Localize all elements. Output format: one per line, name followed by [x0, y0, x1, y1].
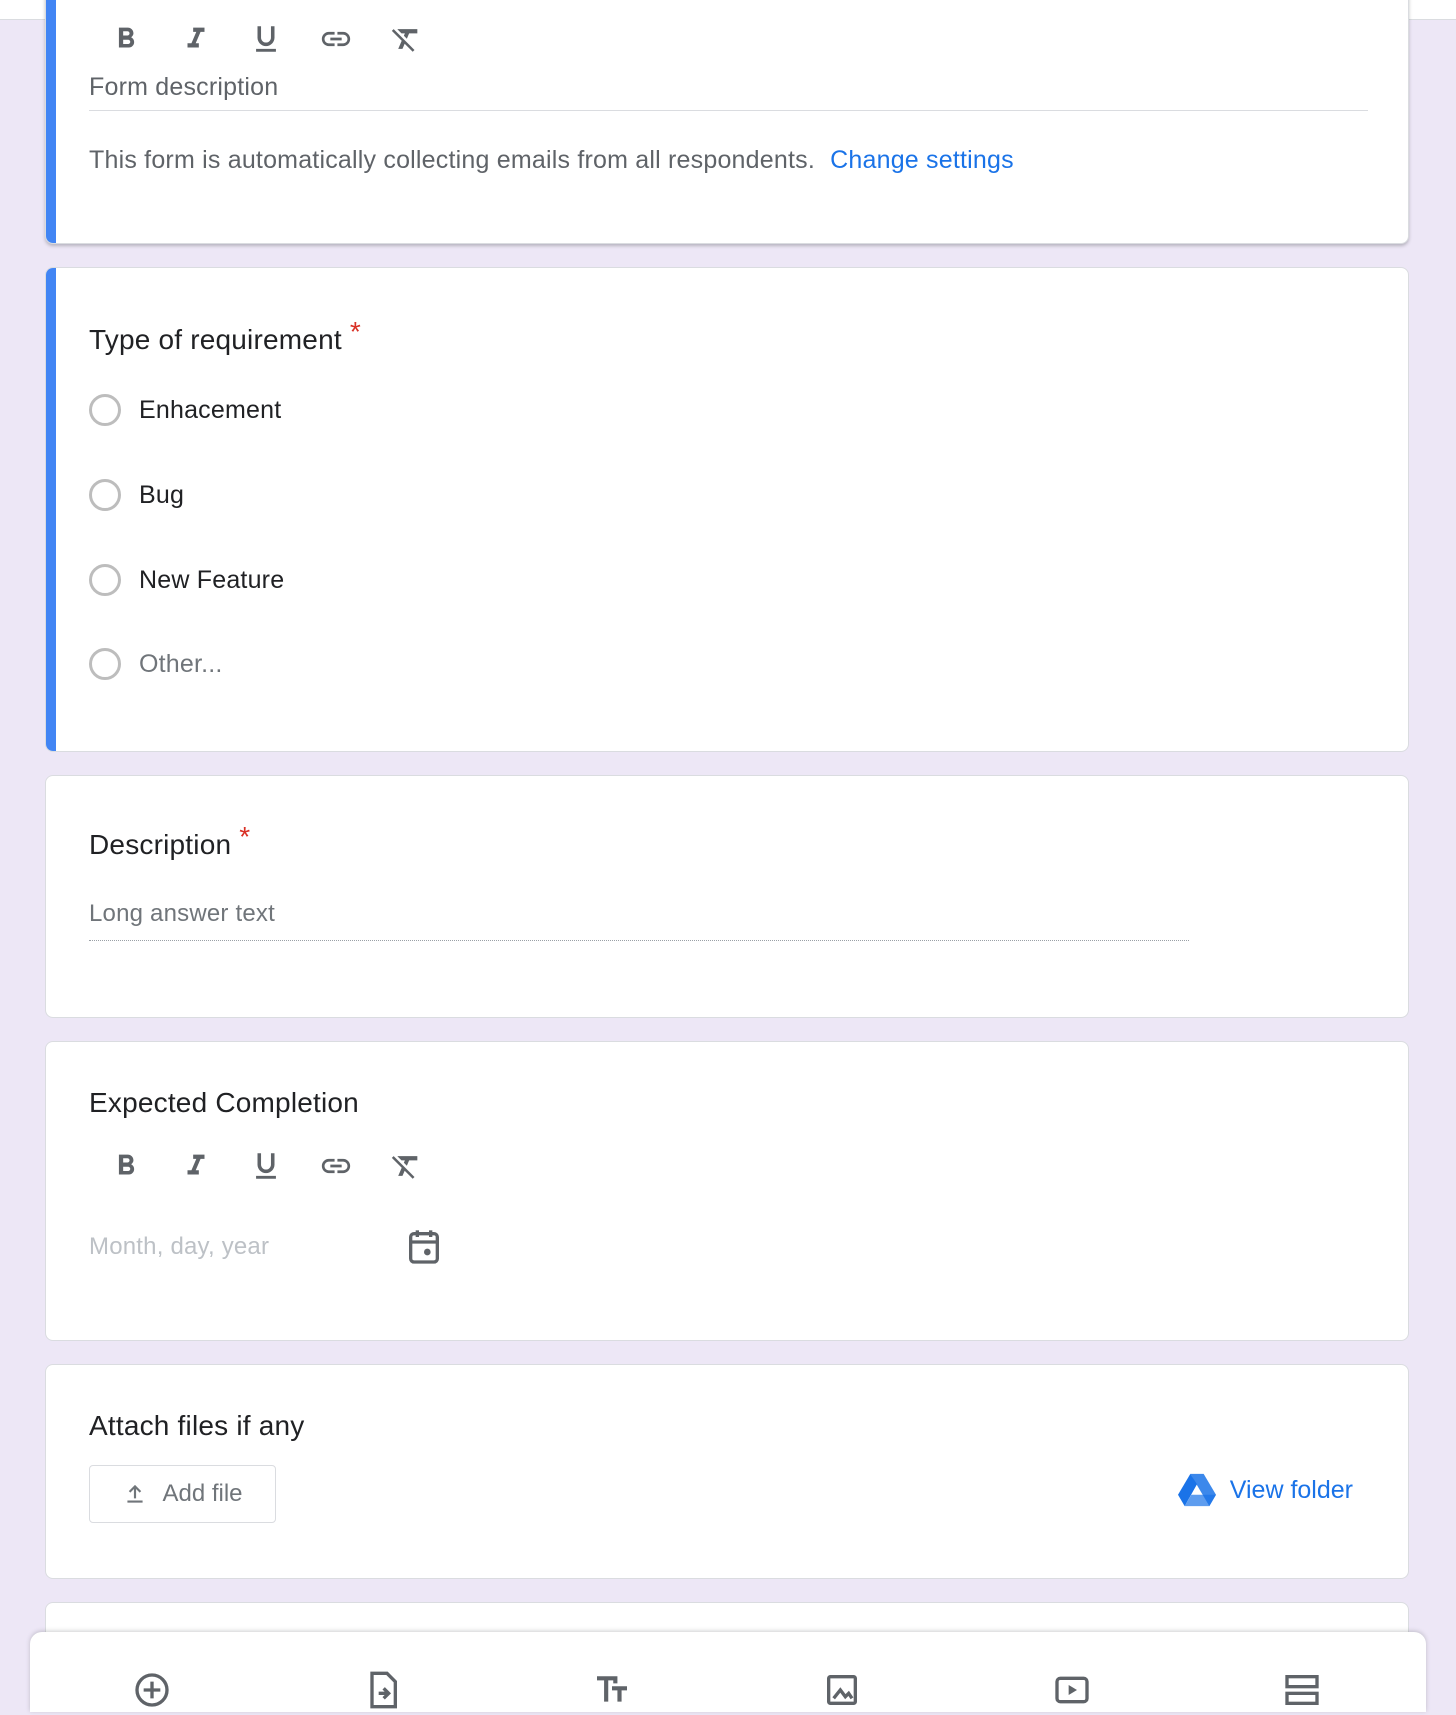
- question-title: Type of requirement *: [89, 316, 361, 356]
- italic-icon[interactable]: [161, 19, 231, 59]
- clear-formatting-icon[interactable]: [371, 19, 441, 59]
- import-questions-icon[interactable]: [362, 1670, 402, 1710]
- question-card-description[interactable]: Description * Long answer text: [45, 775, 1409, 1018]
- form-header-card[interactable]: Form description This form is automatica…: [45, 0, 1409, 244]
- date-field: Month, day, year: [89, 1227, 444, 1267]
- formatting-toolbar: [91, 19, 441, 59]
- radio-option[interactable]: Enhacement: [89, 394, 281, 426]
- radio-option-other[interactable]: Other...: [89, 648, 223, 680]
- clear-formatting-icon[interactable]: [371, 1146, 441, 1186]
- add-question-icon[interactable]: [132, 1670, 172, 1710]
- underline-icon[interactable]: [231, 19, 301, 59]
- change-settings-link[interactable]: Change settings: [830, 146, 1014, 174]
- link-icon[interactable]: [301, 1146, 371, 1186]
- question-title: Attach files if any: [89, 1410, 305, 1441]
- upload-icon: [127, 1484, 144, 1503]
- add-file-label: Add file: [162, 1480, 243, 1507]
- radio-button[interactable]: [89, 394, 121, 426]
- option-label: New Feature: [139, 565, 285, 594]
- underline-icon[interactable]: [231, 1146, 301, 1186]
- long-answer-field: Long answer text: [89, 900, 1189, 941]
- formatting-toolbar: [91, 1146, 441, 1186]
- required-asterisk: *: [239, 821, 251, 852]
- radio-button[interactable]: [89, 564, 121, 596]
- add-video-icon[interactable]: [1052, 1670, 1092, 1710]
- add-section-icon[interactable]: [1282, 1670, 1322, 1710]
- google-drive-icon: [1177, 1473, 1216, 1507]
- email-note-text: This form is automatically collecting em…: [89, 146, 815, 174]
- add-title-icon[interactable]: [592, 1670, 632, 1710]
- radio-option[interactable]: New Feature: [89, 564, 284, 596]
- question-card-expected-completion[interactable]: Expected Completion Month, day, year: [45, 1041, 1409, 1341]
- form-description-input[interactable]: Form description: [89, 73, 1368, 111]
- option-label-other: Other...: [139, 649, 223, 678]
- email-collection-note: This form is automatically collecting em…: [89, 146, 1014, 175]
- add-file-button[interactable]: Add file: [89, 1465, 276, 1523]
- question-card-attach-files[interactable]: Attach files if any Add file View folder: [45, 1364, 1409, 1579]
- question-title: Expected Completion: [89, 1087, 359, 1118]
- add-image-icon[interactable]: [822, 1670, 862, 1710]
- question-title: Description *: [89, 821, 250, 861]
- bottom-question-toolbar: [30, 1632, 1426, 1712]
- radio-button[interactable]: [89, 648, 121, 680]
- view-folder-link[interactable]: View folder: [1177, 1473, 1353, 1507]
- bold-icon[interactable]: [91, 1146, 161, 1186]
- required-asterisk: *: [349, 316, 361, 347]
- date-placeholder: Month, day, year: [89, 1233, 270, 1260]
- bold-icon[interactable]: [91, 19, 161, 59]
- calendar-icon: [404, 1227, 444, 1267]
- question-title-text: Type of requirement: [89, 324, 342, 355]
- option-label: Bug: [139, 480, 185, 509]
- radio-button[interactable]: [89, 479, 121, 511]
- option-label: Enhacement: [139, 395, 282, 424]
- question-title-text: Description: [89, 829, 232, 860]
- link-icon[interactable]: [301, 19, 371, 59]
- radio-option[interactable]: Bug: [89, 479, 184, 511]
- question-card-type-of-requirement[interactable]: Type of requirement * Enhacement Bug New …: [45, 267, 1409, 752]
- italic-icon[interactable]: [161, 1146, 231, 1186]
- view-folder-label: View folder: [1229, 1475, 1353, 1504]
